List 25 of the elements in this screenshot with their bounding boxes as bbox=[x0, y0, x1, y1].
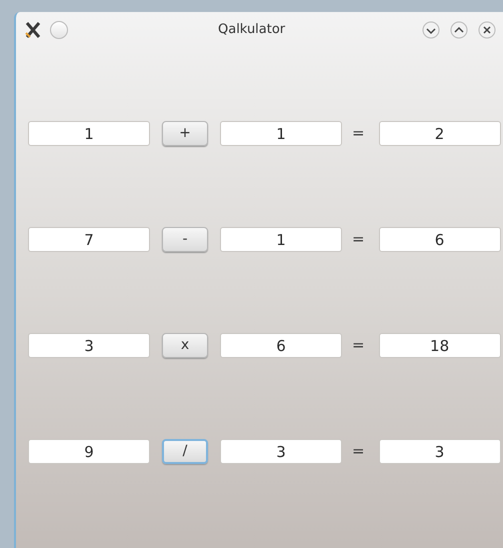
number-field[interactable]: 6 bbox=[378, 227, 501, 252]
number-field[interactable]: 1 bbox=[220, 121, 342, 146]
maximize-icon[interactable] bbox=[450, 21, 468, 39]
equals-sign: = bbox=[352, 229, 365, 250]
number-field[interactable]: 7 bbox=[28, 227, 150, 252]
tools-icon bbox=[24, 21, 42, 39]
window-title: Qalkulator bbox=[218, 21, 286, 40]
equals-sign: = bbox=[352, 441, 365, 462]
operator-button[interactable]: + bbox=[162, 121, 208, 146]
number-field[interactable]: 6 bbox=[220, 333, 342, 358]
operator-button[interactable]: / bbox=[162, 439, 208, 464]
number-field[interactable]: 3 bbox=[220, 439, 342, 464]
minimize-icon[interactable] bbox=[422, 21, 440, 39]
equals-sign: = bbox=[352, 123, 365, 144]
number-field[interactable]: 18 bbox=[378, 333, 501, 358]
number-field[interactable]: 3 bbox=[28, 333, 150, 358]
number-field[interactable]: 3 bbox=[378, 439, 501, 464]
operator-button[interactable]: x bbox=[162, 333, 208, 358]
number-field[interactable]: 9 bbox=[28, 439, 150, 464]
close-icon[interactable] bbox=[478, 21, 496, 39]
number-field[interactable]: 1 bbox=[220, 227, 342, 252]
equals-sign: = bbox=[352, 335, 365, 356]
number-field[interactable]: 2 bbox=[378, 121, 501, 146]
number-field[interactable]: 1 bbox=[28, 121, 150, 146]
operator-button[interactable]: - bbox=[162, 227, 208, 252]
